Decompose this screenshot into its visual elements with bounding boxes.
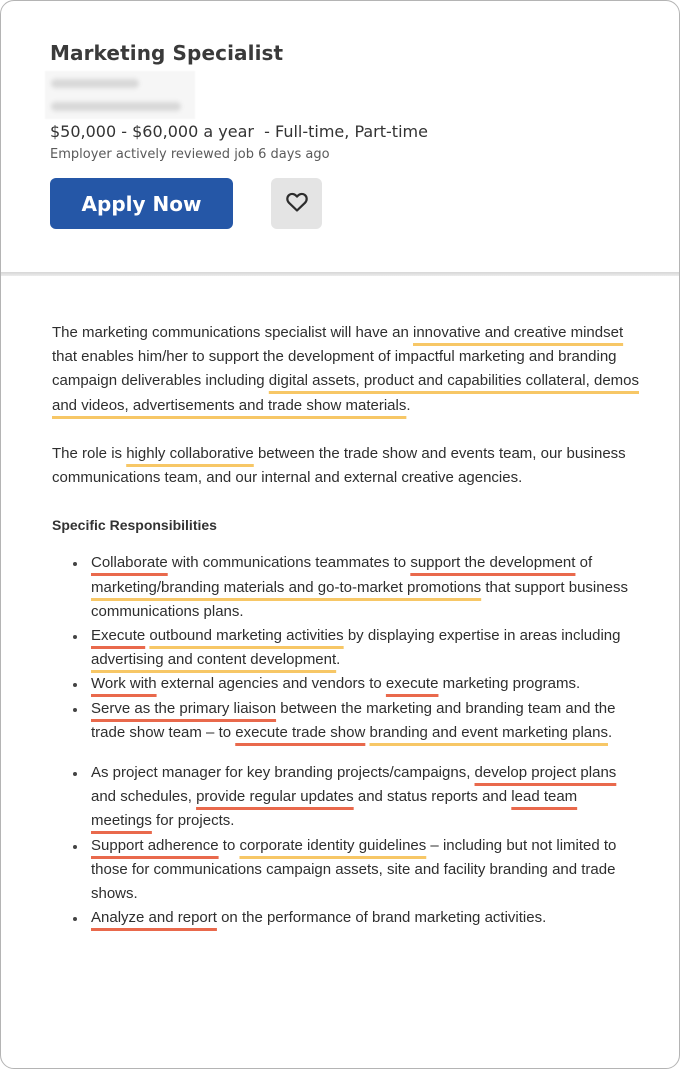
heart-icon xyxy=(285,191,309,216)
highlighted-phrase-yellow: corporate identity guidelines xyxy=(239,836,427,854)
text-run: of xyxy=(575,554,593,572)
text-run: by displaying expertise in areas includi… xyxy=(343,627,621,645)
responsibilities-list-2: As project manager for key branding proj… xyxy=(52,761,642,930)
highlighted-phrase-red: execute trade show xyxy=(235,723,366,741)
redacted-location xyxy=(51,102,181,111)
responsibility-item: Execute outbound marketing activities by… xyxy=(73,624,642,672)
text-run: and schedules, xyxy=(91,788,197,806)
highlighted-phrase-red: provide regular updates xyxy=(196,788,354,806)
text-run: . xyxy=(336,651,341,669)
description-paragraph-2: The role is highly collaborative between… xyxy=(52,442,642,490)
responsibility-item: Analyze and report on the performance of… xyxy=(73,906,642,930)
text-run: and status reports and xyxy=(353,788,512,806)
highlighted-phrase-red: Collaborate xyxy=(91,554,168,572)
redacted-company-location xyxy=(45,71,195,119)
responsibility-item: Support adherence to corporate identity … xyxy=(73,834,642,907)
highlighted-phrase-yellow: innovative and creative mindset xyxy=(413,324,624,341)
header-divider xyxy=(1,272,679,276)
highlighted-phrase-yellow: highly collaborative xyxy=(126,444,254,462)
highlighted-phrase-yellow: advertising and content development xyxy=(91,651,337,669)
text-run: with communications teammates to xyxy=(167,554,411,572)
text-run: to xyxy=(218,836,240,854)
highlighted-phrase-red: Support adherence xyxy=(91,836,219,854)
highlighted-phrase-red: support the development xyxy=(410,554,576,572)
responsibility-item: As project manager for key branding proj… xyxy=(73,761,642,834)
description-paragraph-1: The marketing communications specialist … xyxy=(52,321,642,418)
job-description: The marketing communications specialist … xyxy=(52,321,642,930)
text-run: As project manager for key branding proj… xyxy=(91,764,475,782)
text-run: . xyxy=(608,723,613,741)
apply-now-button[interactable]: Apply Now xyxy=(50,178,233,229)
highlighted-phrase-red: Serve as the primary liaison xyxy=(91,699,277,717)
employer-activity: Employer actively reviewed job 6 days ag… xyxy=(50,147,330,162)
text-run: external agencies and vendors to xyxy=(156,675,386,693)
redacted-company-name xyxy=(51,79,139,88)
text-run: The role is xyxy=(52,444,127,462)
salary-and-job-type: $50,000 - $60,000 a year - Full-time, Pa… xyxy=(50,122,428,141)
salary: $50,000 - $60,000 a year xyxy=(50,122,254,141)
highlighted-phrase-red: Work with xyxy=(91,675,157,693)
responsibility-item: Serve as the primary liaison between the… xyxy=(73,697,642,745)
job-title: Marketing Specialist xyxy=(50,41,284,65)
text-run: on the performance of brand marketing ac… xyxy=(216,909,547,927)
job-header: Marketing Specialist $50,000 - $60,000 a… xyxy=(1,1,679,271)
job-detail-card: Marketing Specialist $50,000 - $60,000 a… xyxy=(0,0,680,1069)
text-run: The marketing communications specialist … xyxy=(52,324,413,341)
responsibilities-heading: Specific Responsibilities xyxy=(52,517,217,534)
text-run: marketing programs. xyxy=(438,675,581,693)
text-run: for projects. xyxy=(151,812,235,830)
responsibility-item: Work with external agencies and vendors … xyxy=(73,672,642,696)
job-type: - Full-time, Part-time xyxy=(253,122,428,141)
highlighted-phrase-yellow: branding and event marketing plans xyxy=(369,723,609,741)
highlighted-phrase-red: Execute xyxy=(91,627,146,645)
highlighted-phrase-yellow: marketing/branding materials and go-to-m… xyxy=(91,578,482,596)
highlighted-phrase-yellow: outbound marketing activities xyxy=(149,627,344,645)
text-run: . xyxy=(406,396,411,414)
highlighted-phrase-red: Analyze and report xyxy=(91,909,217,927)
responsibilities-list-1: Collaborate with communications teammate… xyxy=(52,551,642,745)
highlighted-phrase-red: develop project plans xyxy=(474,764,617,782)
save-job-button[interactable] xyxy=(271,178,322,229)
responsibility-item: Collaborate with communications teammate… xyxy=(73,551,642,624)
highlighted-phrase-red: execute xyxy=(385,675,439,693)
